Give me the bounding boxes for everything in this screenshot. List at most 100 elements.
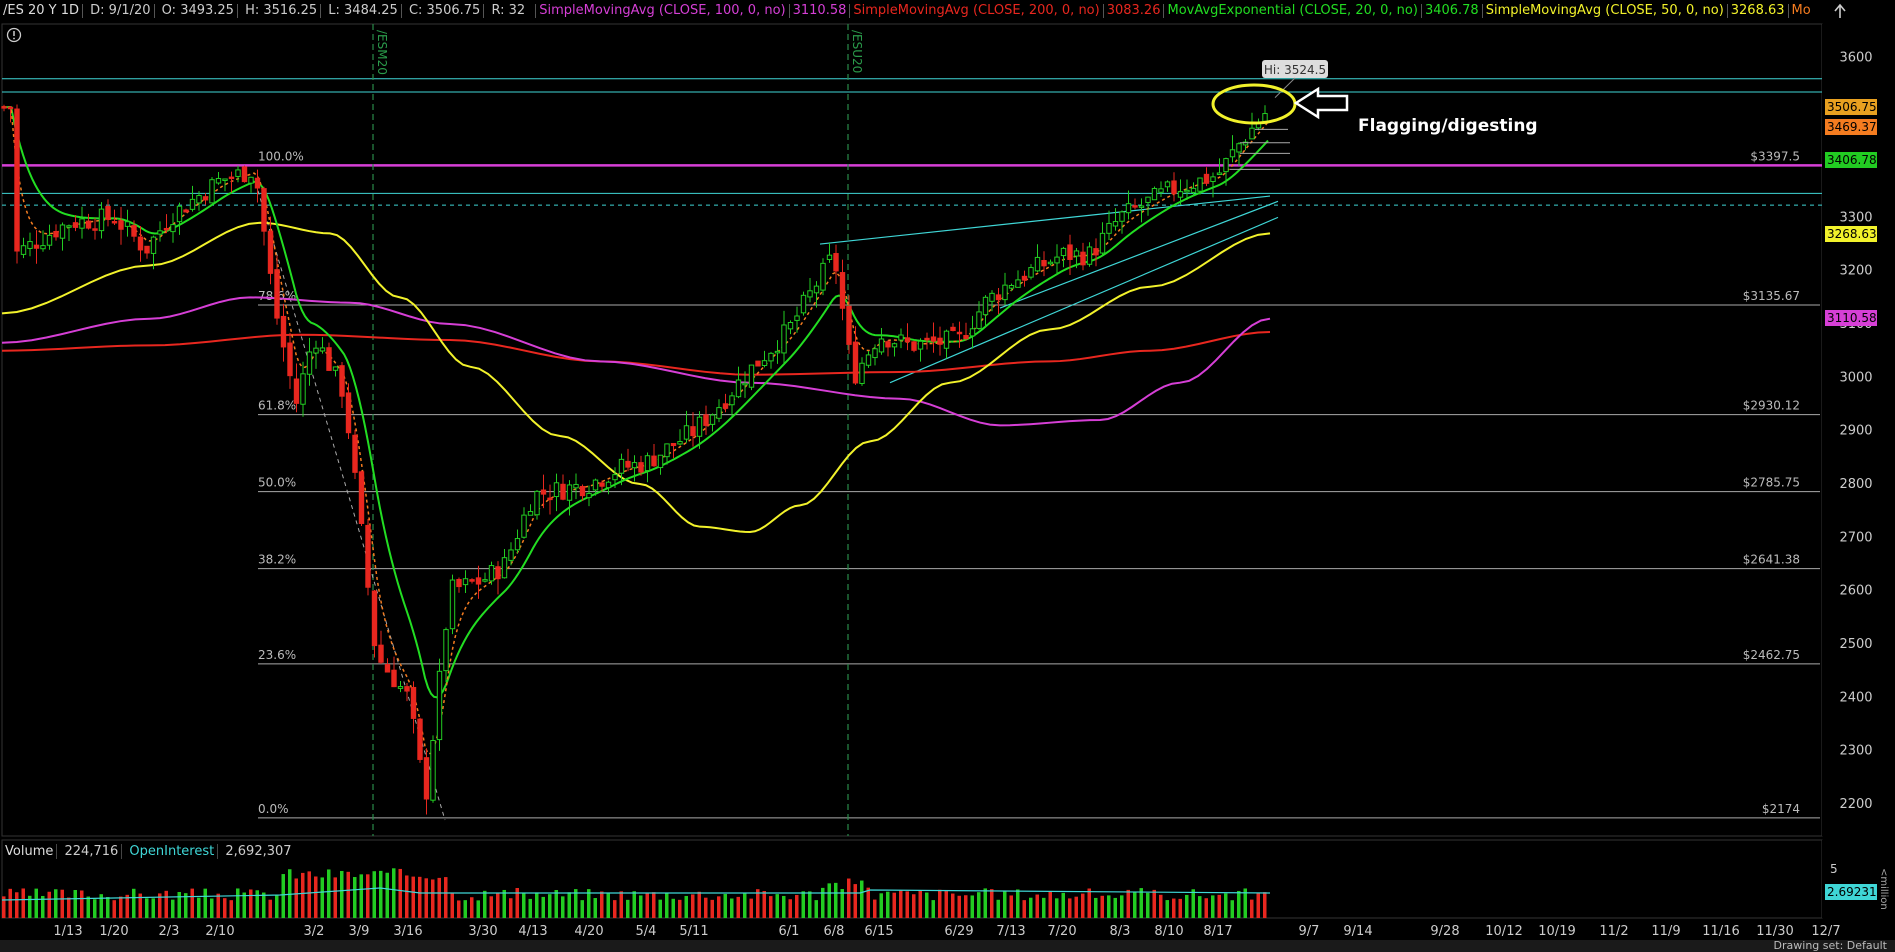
volume-bar: [1172, 898, 1176, 918]
volume-bar: [372, 871, 376, 918]
candle-down: [839, 272, 846, 309]
candle-down: [963, 335, 969, 340]
y-tick-label: 2200: [1839, 797, 1872, 812]
chart-header: /ES 20 Y 1D D: 9/1/20 O: 3493.25 H: 3516…: [0, 0, 1810, 22]
candle-up: [1190, 187, 1197, 193]
candle-down: [885, 341, 891, 348]
candle-up: [787, 322, 794, 330]
candle-up: [176, 205, 183, 223]
volume-bar: [392, 868, 396, 918]
candle-down: [625, 460, 631, 468]
candle-up: [248, 176, 254, 184]
volume-bar: [1042, 897, 1046, 918]
x-tick-label: 10/19: [1538, 924, 1575, 939]
candle-up: [1015, 279, 1021, 288]
scroll-up-icon[interactable]: [1832, 2, 1848, 20]
volume-bar: [834, 882, 838, 918]
volume-bar: [21, 888, 25, 918]
volume-bar: [1126, 889, 1130, 918]
volume-bar: [171, 899, 175, 918]
x-tick-label: 10/12: [1485, 924, 1522, 939]
candle-up: [735, 379, 742, 398]
study-value: 3268.63: [1730, 3, 1785, 18]
y-tick-label: 3000: [1839, 370, 1872, 385]
volume-bar: [639, 895, 643, 918]
volume-header: Volume 224,716 OpenInterest 2,692,307: [2, 843, 295, 861]
candle-up: [1158, 188, 1164, 193]
candle-down: [131, 225, 137, 237]
volume-bar: [671, 898, 675, 918]
fib-price-label: $3135.67: [1743, 289, 1800, 303]
drawing-set-label[interactable]: Drawing set: Default: [1774, 940, 1887, 952]
fib-percent-label: 100.0%: [258, 149, 304, 163]
rollover-label: /ESM20: [375, 30, 389, 75]
candle-up: [1106, 222, 1112, 234]
candle-down: [911, 341, 917, 351]
y-tick-label: 2600: [1839, 584, 1872, 599]
y-tick-label: 3200: [1839, 264, 1872, 279]
status-bar: [0, 940, 1895, 952]
volume-bar: [931, 900, 935, 918]
volume-bar: [541, 896, 545, 918]
candle-up: [943, 330, 950, 349]
volume-tick-label: 5: [1830, 862, 1838, 876]
volume-bar: [684, 895, 688, 918]
candle-down: [228, 176, 235, 180]
volume-bar: [1211, 895, 1215, 918]
candle-up: [1210, 176, 1216, 183]
candle-up: [664, 443, 670, 458]
volume-bar: [379, 870, 383, 918]
candle-up: [235, 169, 241, 177]
candle-up: [501, 557, 508, 579]
close-label: C: 3506.75: [408, 3, 481, 18]
candle-up: [66, 225, 72, 228]
candle-down: [423, 757, 430, 800]
volume-bar: [795, 894, 799, 918]
candle-down: [937, 337, 943, 345]
volume-bar: [866, 887, 870, 918]
volume-bar: [1191, 889, 1195, 918]
candle-up: [46, 234, 53, 246]
candle-up: [20, 245, 27, 255]
volume-bar: [463, 900, 467, 918]
volume-bar: [1009, 895, 1013, 918]
volume-bar: [281, 874, 285, 918]
symbol-label[interactable]: /ES 20 Y 1D: [0, 3, 82, 18]
candle-up: [709, 414, 716, 425]
candle-up: [1145, 196, 1151, 203]
volume-bar: [853, 884, 857, 918]
candle-up: [40, 245, 46, 250]
candle-up: [1099, 232, 1106, 254]
candle-down: [1203, 173, 1210, 184]
candle-up: [1164, 181, 1171, 188]
candle-up: [1223, 158, 1229, 173]
x-tick-label: 2/10: [205, 924, 234, 939]
candle-down: [378, 644, 384, 663]
y-tick-label: 3600: [1839, 50, 1872, 65]
candle-down: [144, 245, 150, 254]
volume-bar: [808, 891, 812, 918]
candle-down: [475, 577, 482, 585]
candle-up: [826, 254, 833, 260]
study-label[interactable]: SimpleMovingAvg (CLOSE, 50, 0, no): [1483, 3, 1727, 18]
study-label[interactable]: MovAvgExponential (CLOSE, 20, 0, no): [1164, 3, 1420, 18]
candle-down: [1132, 205, 1138, 208]
price-chart[interactable]: 3600350034003300320031003000290028002700…: [0, 0, 1895, 952]
candle-down: [33, 244, 40, 249]
candle-up: [189, 198, 196, 210]
candle-up: [488, 565, 495, 582]
volume-bar: [398, 868, 402, 918]
fib-price-label: $2462.75: [1743, 648, 1800, 662]
volume-bar: [1133, 892, 1137, 918]
volume-bar: [86, 896, 90, 918]
candle-up: [1197, 177, 1203, 192]
x-tick-label: 6/8: [824, 924, 845, 939]
volume-bar: [229, 900, 233, 918]
study-label[interactable]: SimpleMovingAvg (CLOSE, 200, 0, no): [850, 3, 1102, 18]
volume-bar: [216, 893, 220, 918]
x-tick-label: 3/16: [393, 924, 422, 939]
candle-down: [267, 230, 274, 274]
candle-down: [293, 378, 300, 404]
study-label[interactable]: SimpleMovingAvg (CLOSE, 100, 0, no): [536, 3, 788, 18]
study-label[interactable]: MovAvgExponential (CLOSE, 8, 0, no): [1789, 3, 1810, 18]
